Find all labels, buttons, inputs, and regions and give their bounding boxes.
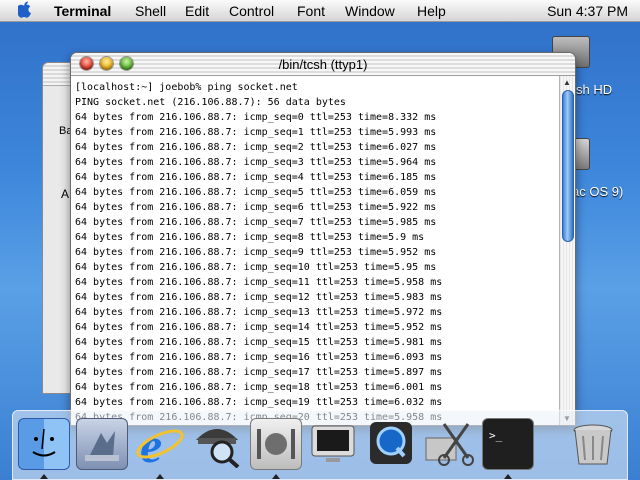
scroll-up-arrow-icon[interactable]: ▲ <box>563 78 571 87</box>
internet-explorer-icon[interactable]: e <box>134 417 184 473</box>
terminal-line: 64 bytes from 216.106.88.7: icmp_seq=12 … <box>75 292 443 303</box>
terminal-line: 64 bytes from 216.106.88.7: icmp_seq=7 t… <box>75 217 437 228</box>
menu-help[interactable]: Help <box>417 3 446 19</box>
hard-drive-label[interactable]: sh HD <box>576 82 612 97</box>
terminal-line: 64 bytes from 216.106.88.7: icmp_seq=15 … <box>75 337 443 348</box>
terminal-line: 64 bytes from 216.106.88.7: icmp_seq=8 t… <box>75 232 425 243</box>
os9-drive-label[interactable]: ac OS 9) <box>572 184 623 199</box>
terminal-line: 64 bytes from 216.106.88.7: icmp_seq=11 … <box>75 277 443 288</box>
svg-text:>_: >_ <box>489 429 503 442</box>
sherlock-icon[interactable] <box>192 418 242 469</box>
scroll-thumb[interactable] <box>562 90 574 242</box>
terminal-line: 64 bytes from 216.106.88.7: icmp_seq=4 t… <box>75 172 437 183</box>
trash-icon[interactable] <box>568 418 618 468</box>
running-indicator <box>156 474 164 479</box>
terminal-line: 64 bytes from 216.106.88.7: icmp_seq=5 t… <box>75 187 437 198</box>
terminal-line: 64 bytes from 216.106.88.7: icmp_seq=10 … <box>75 262 437 273</box>
background-window-text-2: A <box>61 187 70 201</box>
terminal-line: 64 bytes from 216.106.88.7: icmp_seq=2 t… <box>75 142 437 153</box>
running-indicator <box>40 474 48 479</box>
mail-icon[interactable] <box>76 418 128 470</box>
menu-shell[interactable]: Shell <box>135 3 166 19</box>
finder-icon[interactable] <box>18 418 70 470</box>
terminal-line: 64 bytes from 216.106.88.7: icmp_seq=9 t… <box>75 247 437 258</box>
terminal-line: [localhost:~] joebob% ping socket.net <box>75 82 298 93</box>
terminal-line: 64 bytes from 216.106.88.7: icmp_seq=17 … <box>75 367 443 378</box>
terminal-icon[interactable]: >_ <box>482 418 534 470</box>
terminal-line: 64 bytes from 216.106.88.7: icmp_seq=0 t… <box>75 112 437 123</box>
quicktime-icon[interactable] <box>366 418 416 468</box>
monitor-icon[interactable] <box>308 418 358 468</box>
menu-terminal[interactable]: Terminal <box>54 3 111 19</box>
terminal-line: 64 bytes from 216.106.88.7: icmp_seq=1 t… <box>75 127 437 138</box>
menu-font[interactable]: Font <box>297 3 325 19</box>
running-indicator <box>504 474 512 479</box>
menu-edit[interactable]: Edit <box>185 3 209 19</box>
system-preferences-icon[interactable] <box>250 418 302 470</box>
terminal-line: 64 bytes from 216.106.88.7: icmp_seq=13 … <box>75 307 443 318</box>
terminal-line: 64 bytes from 216.106.88.7: icmp_seq=19 … <box>75 397 443 408</box>
terminal-line: 64 bytes from 216.106.88.7: icmp_seq=14 … <box>75 322 443 333</box>
menu-window[interactable]: Window <box>345 3 395 19</box>
terminal-line: 64 bytes from 216.106.88.7: icmp_seq=18 … <box>75 382 443 393</box>
vertical-scrollbar[interactable]: ▲ ▼ <box>559 76 575 425</box>
apple-menu-icon[interactable] <box>16 1 32 23</box>
terminal-output[interactable]: [localhost:~] joebob% ping socket.net PIN… <box>71 76 559 425</box>
terminal-line: 64 bytes from 216.106.88.7: icmp_seq=3 t… <box>75 157 437 168</box>
grab-icon[interactable] <box>424 418 474 468</box>
terminal-window[interactable]: /bin/tcsh (ttyp1) [localhost:~] joebob% … <box>70 52 576 426</box>
terminal-titlebar[interactable]: /bin/tcsh (ttyp1) <box>71 53 575 76</box>
terminal-line: 64 bytes from 216.106.88.7: icmp_seq=16 … <box>75 352 443 363</box>
terminal-line: PING socket.net (216.106.88.7): 56 data … <box>75 97 346 108</box>
running-indicator <box>272 474 280 479</box>
menu-bar: Terminal Shell Edit Control Font Window … <box>0 0 640 22</box>
terminal-line: 64 bytes from 216.106.88.7: icmp_seq=6 t… <box>75 202 437 213</box>
window-title: /bin/tcsh (ttyp1) <box>278 57 368 72</box>
menu-clock[interactable]: Sun 4:37 PM <box>547 3 628 19</box>
menu-control[interactable]: Control <box>229 3 274 19</box>
